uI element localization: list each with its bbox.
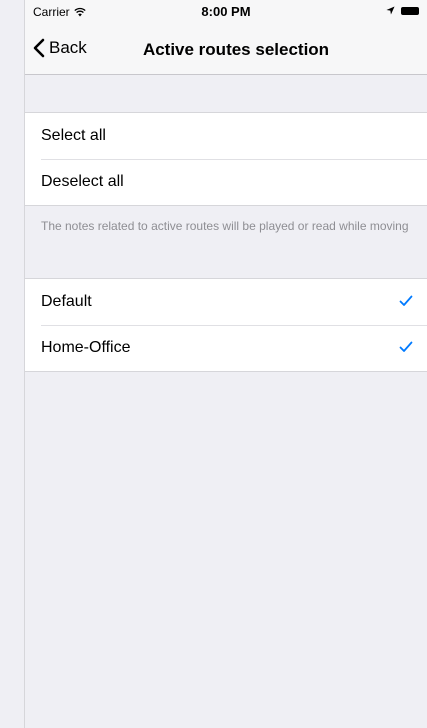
status-time: 8:00 PM: [201, 4, 251, 19]
route-label: Default: [41, 293, 92, 310]
deselect-all-label: Deselect all: [41, 173, 124, 190]
status-bar: Carrier 8:00 PM: [25, 0, 427, 26]
select-all-label: Select all: [41, 127, 106, 144]
status-right: [386, 6, 419, 15]
battery-icon: [401, 6, 419, 15]
selection-actions-group: Select all Deselect all: [25, 112, 427, 206]
routes-note: The notes related to active routes will …: [41, 219, 409, 233]
route-row-default[interactable]: Default: [25, 279, 427, 325]
phone-screen: Carrier 8:00 PM Back Active routes selec…: [25, 0, 427, 728]
select-all-button[interactable]: Select all: [25, 113, 427, 159]
route-row-home-office[interactable]: Home-Office: [25, 325, 427, 371]
left-edge-strip: [0, 0, 25, 728]
checkmark-icon: [399, 341, 413, 352]
checkmark-icon: [399, 295, 413, 306]
location-arrow-icon: [386, 6, 395, 15]
route-label: Home-Office: [41, 339, 131, 356]
navigation-bar: Back Active routes selection: [25, 26, 427, 75]
page-title: Active routes selection: [142, 40, 330, 59]
deselect-all-button[interactable]: Deselect all: [25, 159, 427, 205]
routes-group: Default Home-Office: [25, 278, 427, 372]
